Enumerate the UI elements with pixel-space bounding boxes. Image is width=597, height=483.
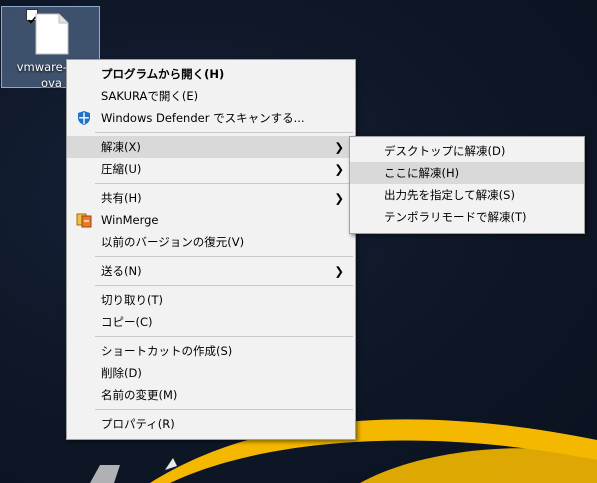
menu-item-label: SAKURAで開く(E) (101, 89, 199, 103)
menu-item-restore-previous[interactable]: 以前のバージョンの復元(V) (67, 231, 355, 253)
submenu-item-label: ここに解凍(H) (384, 166, 460, 180)
menu-item-compress[interactable]: 圧縮(U) ❯ (67, 158, 355, 180)
menu-item-label: 送る(N) (101, 264, 142, 278)
submenu-item-label: デスクトップに解凍(D) (384, 144, 506, 158)
menu-item-cut[interactable]: 切り取り(T) (67, 289, 355, 311)
document-icon (35, 13, 69, 55)
context-menu: プログラムから開く(H) SAKURAで開く(E) Windows Defend… (66, 59, 356, 440)
menu-separator (95, 183, 353, 184)
desktop[interactable]: vmware-sec ova プログラムから開く(H) SAKURAで開く(E)… (0, 0, 597, 483)
menu-item-extract[interactable]: 解凍(X) ❯ (67, 136, 355, 158)
menu-item-label: 以前のバージョンの復元(V) (101, 235, 245, 249)
menu-item-label: コピー(C) (101, 315, 153, 329)
menu-separator (95, 409, 353, 410)
menu-item-open-sakura[interactable]: SAKURAで開く(E) (67, 85, 355, 107)
menu-item-share[interactable]: 共有(H) ❯ (67, 187, 355, 209)
menu-item-label: 名前の変更(M) (101, 388, 178, 402)
submenu-item-extract-to[interactable]: 出力先を指定して解凍(S) (350, 184, 584, 206)
menu-item-label: WinMerge (101, 213, 159, 227)
menu-item-label: プロパティ(R) (101, 417, 175, 431)
submenu-item-extract-temp[interactable]: テンポラリモードで解凍(T) (350, 206, 584, 228)
menu-item-create-shortcut[interactable]: ショートカットの作成(S) (67, 340, 355, 362)
extract-submenu: デスクトップに解凍(D) ここに解凍(H) 出力先を指定して解凍(S) テンポラ… (349, 136, 585, 234)
winmerge-icon (76, 213, 92, 228)
menu-item-winmerge[interactable]: WinMerge (67, 209, 355, 231)
menu-item-open-with[interactable]: プログラムから開く(H) (67, 63, 355, 85)
menu-item-label: 共有(H) (101, 191, 142, 205)
submenu-item-extract-here[interactable]: ここに解凍(H) (350, 162, 584, 184)
menu-item-send-to[interactable]: 送る(N) ❯ (67, 260, 355, 282)
menu-item-rename[interactable]: 名前の変更(M) (67, 384, 355, 406)
menu-item-label: 削除(D) (101, 366, 142, 380)
menu-separator (95, 256, 353, 257)
submenu-item-extract-desktop[interactable]: デスクトップに解凍(D) (350, 140, 584, 162)
chevron-right-icon: ❯ (334, 264, 344, 278)
windows-defender-shield-icon (78, 111, 90, 125)
menu-item-copy[interactable]: コピー(C) (67, 311, 355, 333)
menu-item-label: 切り取り(T) (101, 293, 163, 307)
chevron-right-icon: ❯ (334, 140, 344, 154)
menu-item-properties[interactable]: プロパティ(R) (67, 413, 355, 435)
chevron-right-icon: ❯ (334, 162, 344, 176)
menu-item-label: Windows Defender でスキャンする... (101, 111, 305, 125)
menu-item-label: プログラムから開く(H) (101, 67, 225, 81)
menu-item-label: 解凍(X) (101, 140, 141, 154)
menu-item-delete[interactable]: 削除(D) (67, 362, 355, 384)
chevron-right-icon: ❯ (334, 191, 344, 205)
menu-separator (95, 336, 353, 337)
submenu-item-label: テンポラリモードで解凍(T) (384, 210, 527, 224)
menu-item-label: ショートカットの作成(S) (101, 344, 233, 358)
menu-separator (95, 285, 353, 286)
submenu-item-label: 出力先を指定して解凍(S) (384, 188, 515, 202)
menu-item-label: 圧縮(U) (101, 162, 142, 176)
menu-separator (95, 132, 353, 133)
menu-item-defender-scan[interactable]: Windows Defender でスキャンする... (67, 107, 355, 129)
